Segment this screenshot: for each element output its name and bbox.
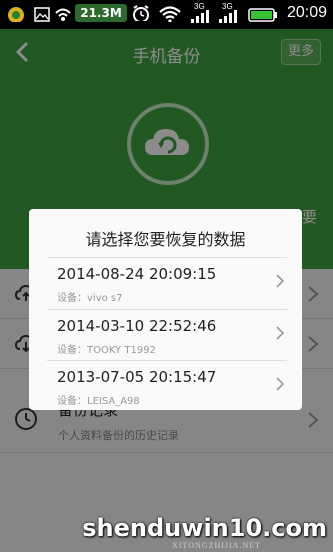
image-notification-icon (34, 7, 50, 22)
battery-icon (248, 8, 277, 22)
chevron-right-icon (276, 377, 285, 391)
divider (47, 360, 287, 361)
backup-record-item[interactable]: 2013-07-05 20:15:47 设备：LEISA_A98 (47, 360, 287, 412)
status-time: 20:09 (286, 4, 327, 21)
backup-date: 2013-07-05 20:15:47 (57, 368, 217, 386)
chevron-right-icon (276, 326, 285, 340)
backup-date: 2014-08-24 20:09:15 (57, 265, 217, 283)
chevron-right-icon (276, 274, 285, 288)
watermark-text: shenduwin10.com (82, 514, 327, 542)
backup-date: 2014-03-10 22:52:46 (57, 317, 217, 335)
backup-device: 设备：TOOKY T1992 (57, 345, 156, 356)
alarm-icon (133, 5, 149, 21)
network-speed-badge: 21.3M (75, 4, 127, 22)
divider (47, 309, 287, 310)
backup-device: 设备：vivo s7 (57, 293, 123, 304)
watermark-subtext: XITONGZHIJIA.NET (172, 541, 261, 550)
backup-record-item[interactable]: 2014-08-24 20:09:15 设备：vivo s7 (47, 257, 287, 309)
cell-signal-icon (191, 10, 209, 23)
app-notification-icon (8, 7, 24, 22)
dialog-title: 请选择您要恢复的数据 (85, 230, 246, 249)
restore-dialog: 请选择您要恢复的数据 2014-08-24 20:09:15 设备：vivo s… (29, 209, 302, 410)
divider (47, 257, 287, 258)
cell-signal-2-icon (219, 10, 237, 23)
wifi-notification-icon (55, 8, 71, 21)
status-bar: 21.3M 3G 3G 20:09 (0, 0, 333, 29)
backup-device: 设备：LEISA_A98 (57, 396, 140, 407)
wifi-signal-icon (159, 6, 181, 22)
backup-record-item[interactable]: 2014-03-10 22:52:46 设备：TOOKY T1992 (47, 309, 287, 361)
